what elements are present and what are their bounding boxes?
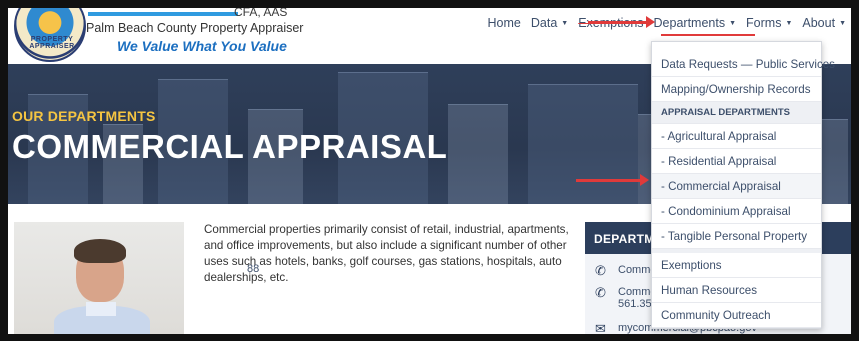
nav-data-label: Data (530, 16, 558, 30)
nav-data[interactable]: Data ▼ (526, 16, 573, 30)
phone-icon: ✆ (595, 263, 606, 278)
department-description: Commercial properties primarily consist … (204, 223, 569, 284)
property-appraiser-seal-logo[interactable]: PROPERTY APPRAISER (14, 8, 86, 62)
logo-org-name[interactable]: Palm Beach County Property Appraiser (86, 21, 303, 35)
contact-phone-2[interactable]: ✆ Comme 561.355 (595, 286, 658, 310)
department-card-title: DEPARTM (594, 232, 655, 246)
menu-item-commercial[interactable]: - Commercial Appraisal (652, 174, 821, 199)
nav-about[interactable]: About ▼ (797, 16, 851, 30)
photo-hair (74, 239, 126, 263)
nav-about-label: About (802, 16, 836, 30)
phone-icon: ✆ (595, 285, 606, 300)
mail-icon: ✉ (595, 321, 606, 334)
menu-item-residential[interactable]: - Residential Appraisal (652, 149, 821, 174)
nav-departments[interactable]: Departments ▼ (649, 16, 742, 30)
menu-item-human-resources[interactable]: Human Resources (652, 278, 821, 303)
hero-kicker: OUR DEPARTMENTS (12, 108, 156, 124)
nav-departments-label: Departments (653, 16, 726, 30)
menu-section-header: APPRAISAL DEPARTMENTS (652, 102, 821, 124)
nav-home-label: Home (487, 16, 521, 30)
chevron-down-icon: ▼ (729, 19, 737, 27)
logo-tagline: We Value What You Value (117, 38, 287, 54)
screenshot-frame: PROPERTY APPRAISER CFA, AAS Palm Beach C… (0, 0, 859, 341)
menu-item-data-requests[interactable]: Data Requests — Public Services (652, 52, 835, 77)
menu-item-mapping-ownership[interactable]: Mapping/Ownership Records (652, 77, 821, 102)
chevron-down-icon: ▼ (839, 19, 846, 27)
nav-departments-active-underline (661, 34, 755, 36)
chevron-down-icon: ▼ (785, 19, 793, 27)
menu-item-community-outreach[interactable]: Community Outreach (652, 303, 821, 328)
nav-forms-label: Forms (746, 16, 782, 30)
nav-home[interactable]: Home (483, 16, 526, 30)
page: PROPERTY APPRAISER CFA, AAS Palm Beach C… (8, 8, 851, 334)
skyline-building (448, 104, 508, 204)
menu-item-tangible-personal-property[interactable]: - Tangible Personal Property (652, 224, 821, 249)
page-title: COMMERCIAL APPRAISAL (12, 128, 448, 165)
nav-forms[interactable]: Forms ▼ (741, 16, 797, 30)
seal-text: PROPERTY APPRAISER (29, 36, 75, 50)
menu-item-condominium[interactable]: - Condominium Appraisal (652, 199, 821, 224)
annotation-arrow-icon (576, 174, 649, 186)
chevron-down-icon: ▼ (561, 19, 569, 27)
contact-phone-1[interactable]: ✆ Comme (595, 264, 657, 277)
contact-phone-1-tail: 88 (247, 263, 260, 275)
departments-dropdown-menu: Data Requests — Public Services Mapping/… (651, 41, 835, 329)
annotation-arrow-icon (588, 16, 655, 28)
logo-credentials: CFA, AAS (234, 8, 288, 19)
photo-collar (86, 302, 116, 316)
logo-accent-bar (88, 12, 238, 16)
menu-item-exemptions[interactable]: Exemptions (652, 253, 821, 278)
skyline-building (528, 84, 638, 204)
department-head-photo (14, 222, 184, 334)
menu-item-agricultural[interactable]: - Agricultural Appraisal (652, 124, 821, 149)
